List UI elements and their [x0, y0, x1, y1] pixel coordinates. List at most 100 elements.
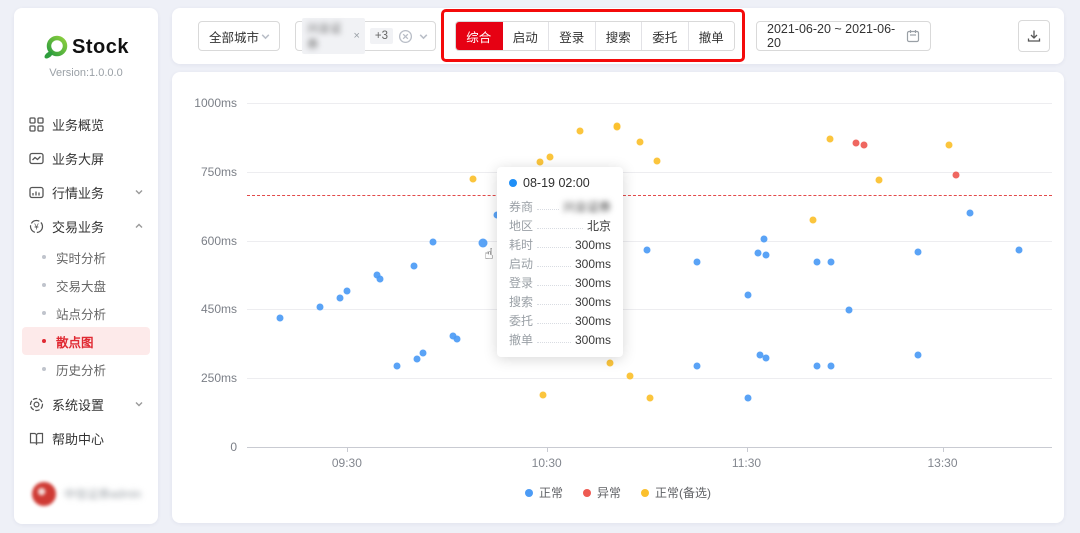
scatter-point[interactable]	[606, 359, 613, 366]
sidebar-item-label: 帮助中心	[52, 429, 104, 448]
scatter-point[interactable]	[337, 294, 344, 301]
legend-item[interactable]: 异常	[583, 484, 621, 501]
chevron-down-icon	[134, 399, 144, 409]
scatter-point[interactable]	[826, 135, 833, 142]
scatter-point[interactable]	[810, 217, 817, 224]
scatter-point[interactable]	[763, 251, 770, 258]
scatter-point[interactable]	[613, 124, 620, 131]
tag-remove-icon[interactable]: ×	[353, 30, 359, 42]
scatter-point[interactable]	[693, 259, 700, 266]
metric-tab-group: 综合 启动 登录 搜索 委托 撤单	[455, 21, 735, 51]
scatter-point[interactable]	[479, 238, 488, 247]
tab-search[interactable]: 搜索	[596, 22, 643, 50]
scatter-point[interactable]	[393, 363, 400, 370]
scatter-point[interactable]	[410, 262, 417, 269]
app-logo: Stock	[14, 34, 158, 61]
sidebar-subitem-scatter-plot[interactable]: 散点图	[22, 327, 150, 355]
sidebar-subitem-realtime-analysis[interactable]: 实时分析	[22, 243, 150, 271]
scatter-point[interactable]	[915, 249, 922, 256]
sidebar-item-help-center[interactable]: 帮助中心	[14, 421, 158, 455]
y-axis-label: 250ms	[201, 371, 237, 385]
broker-multiselect[interactable]: 兴业证券 × +3	[295, 21, 436, 51]
scatter-point[interactable]	[952, 172, 959, 179]
scatter-point[interactable]	[813, 259, 820, 266]
scatter-point[interactable]	[430, 238, 437, 245]
scatter-point[interactable]	[577, 127, 584, 134]
sidebar-item-business-overview[interactable]: 业务概览	[14, 107, 158, 141]
scatter-point[interactable]	[636, 138, 643, 145]
scatter-point[interactable]	[875, 177, 882, 184]
city-select[interactable]: 全部城市	[198, 21, 280, 51]
scatter-point[interactable]	[277, 315, 284, 322]
scatter-point[interactable]	[643, 246, 650, 253]
scatter-point[interactable]	[693, 362, 700, 369]
scatter-point[interactable]	[761, 235, 768, 242]
tab-cancel[interactable]: 撤单	[689, 22, 735, 50]
scatter-point[interactable]	[828, 259, 835, 266]
scatter-plot-area[interactable]: 1000ms750ms600ms450ms250ms009:3010:3011:…	[247, 103, 1052, 447]
sidebar-item-trade-business[interactable]: ¥ 交易业务	[14, 209, 158, 243]
sidebar-item-market-business[interactable]: 行情业务	[14, 175, 158, 209]
scatter-point[interactable]	[828, 362, 835, 369]
gridline	[247, 447, 1052, 448]
gridline	[247, 103, 1052, 104]
scatter-point[interactable]	[453, 336, 460, 343]
sidebar: Stock Version:1.0.0.0 业务概览 业务大屏	[14, 8, 158, 524]
subitem-label: 站点分析	[56, 304, 106, 323]
scatter-point[interactable]	[1016, 246, 1023, 253]
subitem-label: 实时分析	[56, 248, 106, 267]
user-profile[interactable]: 中信证券admin	[32, 482, 141, 506]
x-axis-tick	[943, 447, 944, 452]
tooltip-row: 撤单300ms	[509, 330, 611, 349]
scatter-point[interactable]	[813, 362, 820, 369]
tooltip-row: 委托300ms	[509, 311, 611, 330]
scatter-point[interactable]	[470, 175, 477, 182]
bullet-icon	[42, 367, 46, 371]
scatter-point[interactable]	[537, 159, 544, 166]
legend-item[interactable]: 正常	[525, 484, 563, 501]
scatter-point[interactable]	[915, 352, 922, 359]
scatter-point[interactable]	[852, 140, 859, 147]
scatter-point[interactable]	[861, 142, 868, 149]
scatter-point[interactable]	[317, 304, 324, 311]
sidebar-item-system-settings[interactable]: 系统设置	[14, 387, 158, 421]
scatter-point[interactable]	[763, 354, 770, 361]
sidebar-item-business-screen[interactable]: 业务大屏	[14, 141, 158, 175]
sidebar-subitem-history-analysis[interactable]: 历史分析	[22, 355, 150, 383]
app-version: Version:1.0.0.0	[14, 67, 158, 79]
scatter-point[interactable]	[967, 210, 974, 217]
scatter-point[interactable]	[745, 292, 752, 299]
scatter-point[interactable]	[846, 307, 853, 314]
tab-login[interactable]: 登录	[549, 22, 596, 50]
x-axis-tick	[747, 447, 748, 452]
clear-circle-icon[interactable]	[398, 29, 413, 44]
legend-dot-icon	[525, 489, 533, 497]
tab-composite[interactable]: 综合	[456, 22, 503, 50]
scatter-point[interactable]	[646, 395, 653, 402]
scatter-point[interactable]	[626, 373, 633, 380]
scatter-point[interactable]	[540, 392, 547, 399]
svg-text:¥: ¥	[33, 222, 39, 231]
x-axis-tick	[547, 447, 548, 452]
legend-item[interactable]: 正常(备选)	[641, 484, 711, 501]
download-button[interactable]	[1018, 20, 1050, 52]
broker-tag[interactable]: 兴业证券 ×	[302, 18, 365, 54]
scatter-point[interactable]	[343, 288, 350, 295]
tab-startup[interactable]: 启动	[503, 22, 550, 50]
user-name: 中信证券admin	[64, 486, 141, 502]
sidebar-menu: 业务概览 业务大屏 行情业务 ¥	[14, 107, 158, 455]
scatter-point[interactable]	[413, 355, 420, 362]
scatter-point[interactable]	[653, 157, 660, 164]
scatter-point[interactable]	[745, 395, 752, 402]
avatar	[32, 482, 56, 506]
scatter-point[interactable]	[754, 249, 761, 256]
bullet-icon	[42, 283, 46, 287]
tab-entrust[interactable]: 委托	[642, 22, 689, 50]
scatter-point[interactable]	[377, 275, 384, 282]
date-range-picker[interactable]: 2021-06-20 ~ 2021-06-20	[756, 21, 931, 51]
scatter-point[interactable]	[547, 153, 554, 160]
scatter-point[interactable]	[420, 350, 427, 357]
scatter-point[interactable]	[946, 142, 953, 149]
sidebar-subitem-trade-dashboard[interactable]: 交易大盘	[22, 271, 150, 299]
sidebar-subitem-site-analysis[interactable]: 站点分析	[22, 299, 150, 327]
